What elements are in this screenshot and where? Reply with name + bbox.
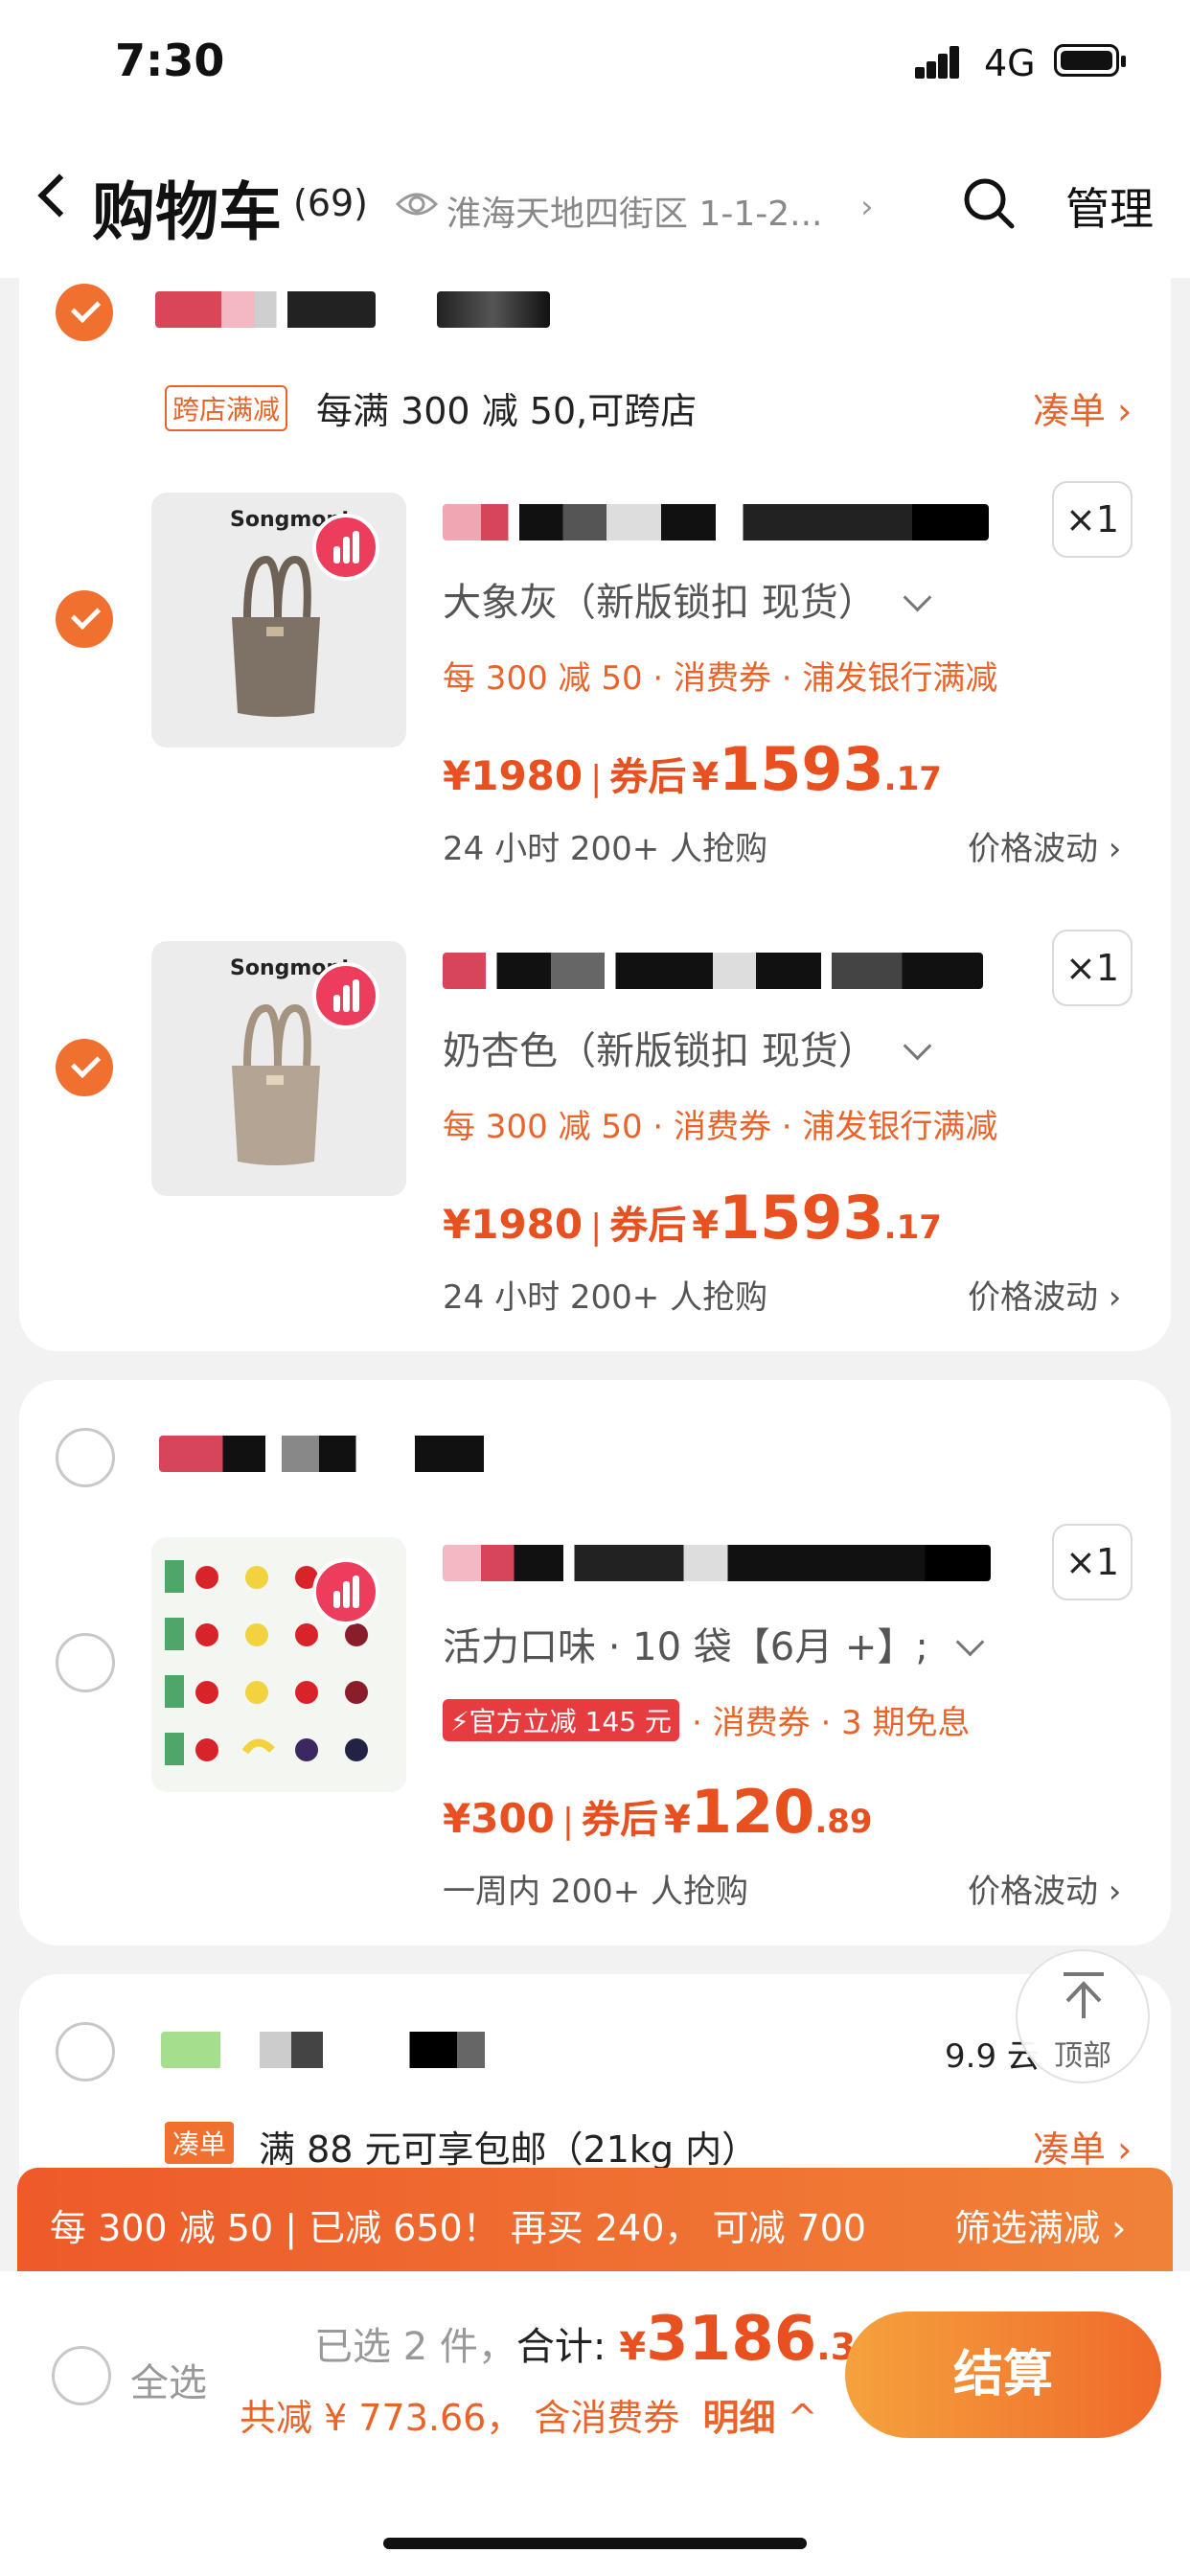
savings-row[interactable]: 共减 ¥ 773.66， 含消费券 明细 ^	[240, 2388, 817, 2441]
store-3-checkbox[interactable]	[56, 2022, 115, 2082]
store-1-name-2	[437, 291, 550, 328]
item-2-price-trend[interactable]: 价格波动 ›	[968, 1271, 1121, 1318]
store-3-promo: 满 88 元可享包邮（21kg 内）	[259, 2128, 759, 2171]
item-1-price-row: ¥1980 | 券后 ¥1593.17	[443, 734, 942, 804]
signal-icon	[915, 46, 959, 79]
delivery-address[interactable]: 淮海天地四街区 1-1-2...	[446, 186, 822, 236]
selected-count: 已选 2 件，	[314, 2325, 516, 2369]
store-3-tag: 凑单	[165, 2122, 235, 2164]
item-1-hot-text: 24 小时 200+ 人抢购	[443, 830, 768, 868]
item-2-thumbnail[interactable]: Songmont	[151, 941, 406, 1196]
total-label: 合计:	[515, 2325, 606, 2369]
item-2-price: ¥1980	[443, 1201, 584, 1248]
eye-icon	[395, 193, 439, 216]
savings-text: 共减 ¥ 773.66， 含消费券	[240, 2397, 680, 2439]
checkout-button[interactable]: 结算	[845, 2312, 1161, 2438]
official-discount-badge: ⚡官方立减 145 元	[443, 1698, 679, 1741]
item-1-quantity[interactable]: ×1	[1052, 481, 1133, 558]
home-indicator	[383, 2538, 807, 2549]
item-1-title[interactable]	[443, 504, 989, 540]
cart-count: (69)	[293, 182, 369, 224]
item-2-final-price: 1593	[719, 1183, 884, 1253]
manage-button[interactable]: 管理	[1065, 174, 1154, 238]
item-2-price-row: ¥1980 | 券后 ¥1593.17	[443, 1183, 942, 1253]
discount-summary-text: 每 300 减 50 | 已减 650！ 再买 240， 可减 700	[50, 2207, 867, 2249]
item-3-title[interactable]	[443, 1545, 991, 1581]
address-chevron-icon: ›	[860, 188, 874, 226]
item-1-variant[interactable]: 大象灰（新版锁扣 现货）	[443, 571, 932, 627]
item-3-final-price: 120	[690, 1777, 815, 1847]
item-2-title[interactable]	[443, 953, 983, 989]
select-all-checkbox[interactable]	[52, 2346, 111, 2405]
item-1-promos: 每 300 减 50 · 消费券 · 浦发银行满减	[443, 659, 998, 698]
item-1-price-trend[interactable]: 价格波动 ›	[968, 822, 1121, 869]
handbag-image	[232, 1003, 320, 1165]
item-3-price-trend[interactable]: 价格波动 ›	[968, 1865, 1121, 1912]
page-title: 购物车	[92, 175, 282, 249]
select-all-label[interactable]: 全选	[130, 2352, 207, 2407]
item-1-final-price: 1593	[719, 734, 884, 804]
chevron-up-icon: ^	[775, 2397, 818, 2439]
item-3-price: ¥300	[443, 1795, 555, 1842]
item-3-checkbox[interactable]	[56, 1633, 115, 1692]
store-2-name[interactable]	[159, 1436, 692, 1472]
search-icon[interactable]	[962, 176, 1016, 230]
add-on-link-1[interactable]: 凑单 ›	[1033, 381, 1132, 434]
store-1-promo: 每满 300 减 50,可跨店	[316, 390, 698, 432]
back-to-top-button[interactable]: 顶部	[1016, 1949, 1150, 2083]
arrow-up-icon	[1064, 1972, 1104, 2018]
item-2-promos: 每 300 减 50 · 消费券 · 浦发银行满减	[443, 1108, 998, 1146]
variant-chevron-icon	[904, 1031, 932, 1061]
item-3-quantity[interactable]: ×1	[1052, 1524, 1133, 1600]
live-badge-icon	[312, 962, 379, 1029]
store-1-checkbox[interactable]	[56, 284, 113, 341]
store-2-checkbox[interactable]	[56, 1428, 115, 1487]
live-badge-icon	[312, 514, 379, 581]
item-3-price-row: ¥300 | 券后 ¥120.89	[443, 1777, 873, 1847]
store-3-name[interactable]	[161, 2032, 556, 2068]
cross-store-tag: 跨店满减	[165, 385, 288, 431]
item-2-variant[interactable]: 奶杏色（新版锁扣 现货）	[443, 1020, 932, 1075]
item-3-variant[interactable]: 活力口味 · 10 袋【6月 +】;	[443, 1616, 984, 1671]
back-to-top-label: 顶部	[1054, 2039, 1111, 2073]
total-amount: 3186	[646, 2304, 817, 2375]
filter-discount-link[interactable]: 筛选满减 ›	[954, 2198, 1126, 2251]
item-3-promo-line: ⚡官方立减 145 元 · 消费券 · 3 期免息	[443, 1696, 971, 1743]
item-1-checkbox[interactable]	[56, 590, 113, 648]
add-on-link-3[interactable]: 凑单 ›	[1033, 2120, 1132, 2173]
item-3-thumbnail[interactable]	[151, 1537, 406, 1792]
status-time: 7:30	[115, 34, 225, 86]
live-badge-icon	[312, 1558, 379, 1625]
total-row: 已选 2 件，合计: ¥3186.34	[314, 2304, 881, 2375]
handbag-image	[232, 555, 320, 717]
variant-chevron-icon	[955, 1627, 984, 1657]
item-2-checkbox[interactable]	[56, 1039, 113, 1096]
item-3-hot-text: 一周内 200+ 人抢购	[443, 1873, 748, 1911]
network-label: 4G	[984, 42, 1036, 84]
item-1-thumbnail[interactable]: Songmont	[151, 493, 406, 748]
item-1-price: ¥1980	[443, 752, 584, 799]
detail-link: 明细	[702, 2397, 776, 2439]
store-1-name[interactable]	[155, 291, 376, 328]
item-2-quantity[interactable]: ×1	[1052, 930, 1133, 1006]
variant-chevron-icon	[904, 583, 932, 612]
item-2-hot-text: 24 小时 200+ 人抢购	[443, 1278, 768, 1317]
battery-icon	[1054, 44, 1126, 77]
